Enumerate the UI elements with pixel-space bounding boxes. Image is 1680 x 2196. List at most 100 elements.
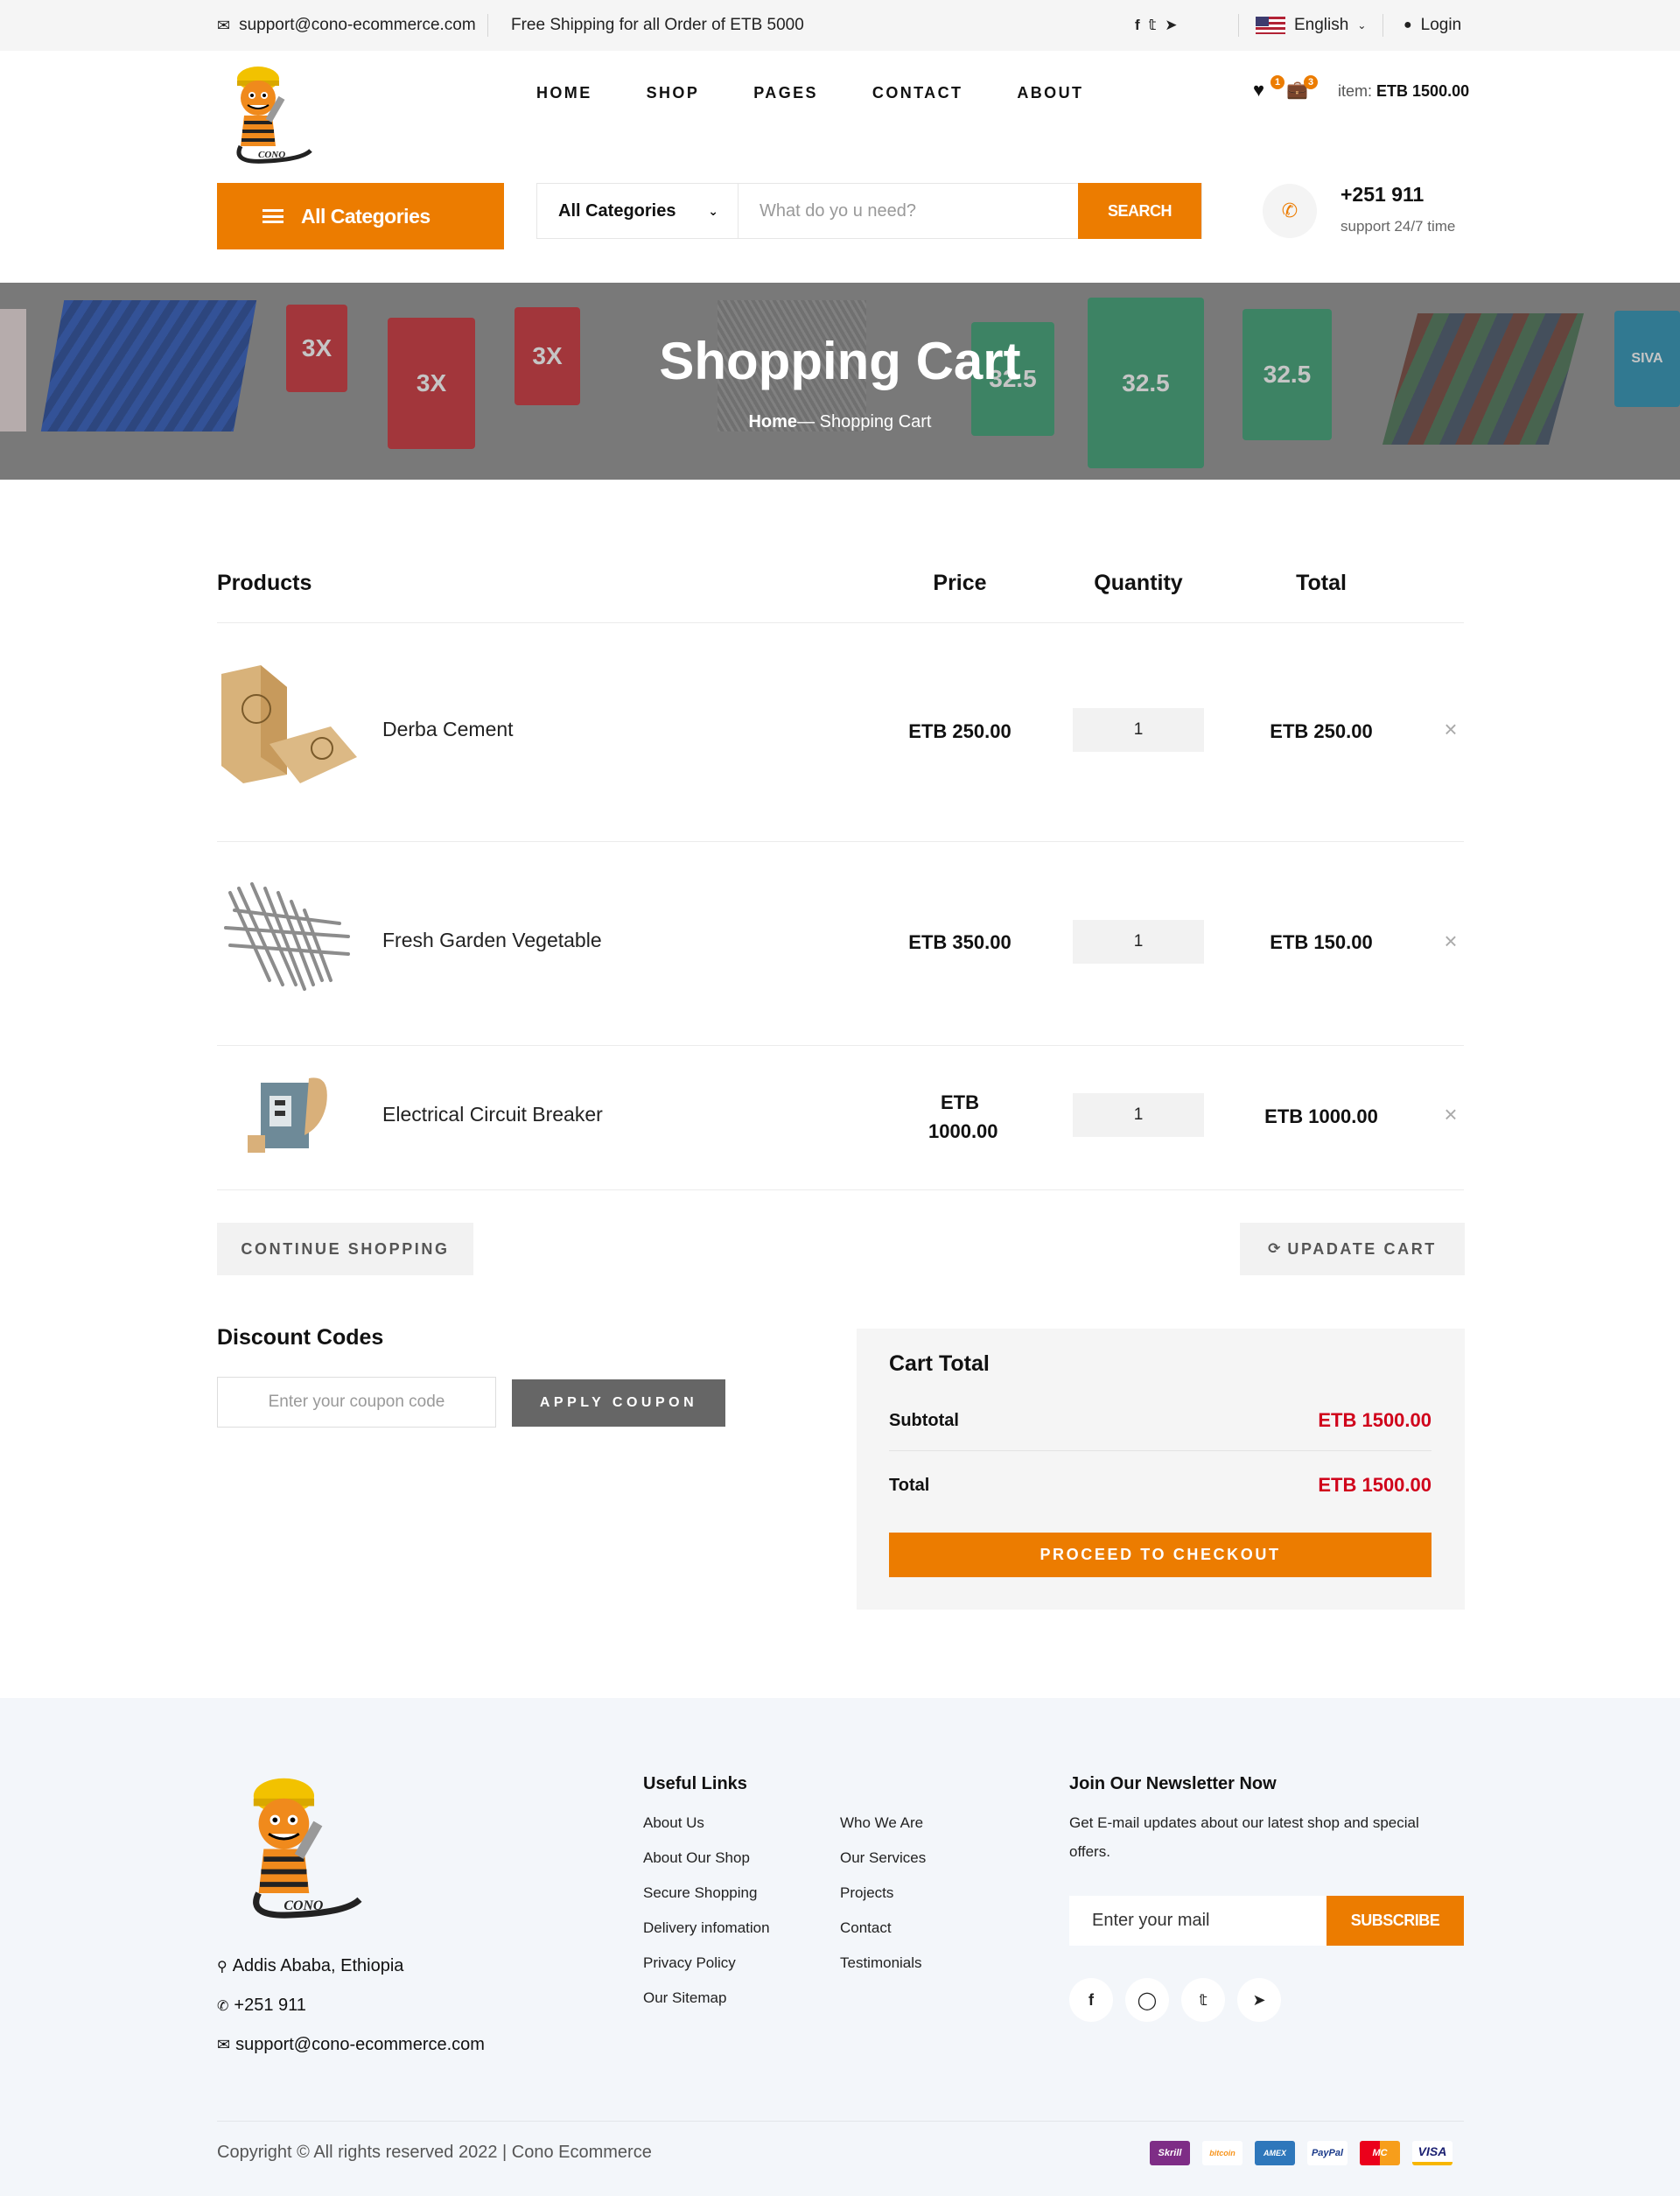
facebook-icon[interactable]: f (1069, 1978, 1113, 2022)
phone-icon: ✆ (217, 1998, 229, 2014)
instagram-icon[interactable]: ◯ (1125, 1978, 1169, 2022)
continue-shopping-button[interactable]: CONTINUE SHOPPING (217, 1223, 473, 1275)
topbar-email[interactable]: ✉ support@cono-ecommerce.com (217, 0, 476, 51)
site-logo[interactable]: CONO (223, 63, 321, 170)
footer-link[interactable]: Secure Shopping (643, 1884, 757, 1902)
refresh-icon: ⟳ (1268, 1240, 1281, 1257)
remove-item-icon[interactable]: × (1440, 928, 1461, 955)
product-name[interactable]: Electrical Circuit Breaker (382, 1103, 603, 1126)
footer-link[interactable]: Projects (840, 1884, 893, 1902)
us-flag-icon (1256, 17, 1285, 34)
footer-email[interactable]: ✉ support@cono-ecommerce.com (217, 2035, 485, 2055)
svg-text:CONO: CONO (284, 1898, 323, 1913)
mastercard-icon: MC (1360, 2141, 1400, 2165)
proceed-to-checkout-button[interactable]: PROCEED TO CHECKOUT (889, 1533, 1432, 1577)
nails-image[interactable] (217, 875, 357, 998)
newsletter-email-input[interactable] (1069, 1896, 1326, 1946)
shipping-notice: Free Shipping for all Order of ETB 5000 (511, 16, 804, 34)
breadcrumb-home[interactable]: Home (748, 412, 797, 431)
footer-link[interactable]: About Our Shop (643, 1849, 750, 1867)
wishlist-icon[interactable]: ♥ 1 (1253, 75, 1284, 102)
newsletter-title: Join Our Newsletter Now (1069, 1774, 1277, 1793)
quantity-input[interactable] (1073, 920, 1204, 964)
product-total: ETB 1000.00 (1264, 1105, 1378, 1127)
column-header-quantity: Quantity (1094, 571, 1183, 595)
breadcrumb-current: Shopping Cart (819, 412, 932, 431)
main-nav: HOME SHOP PAGES CONTACT ABOUT (536, 84, 1138, 102)
footer-link[interactable]: Delivery infomation (643, 1919, 770, 1937)
divider (217, 841, 1464, 842)
update-cart-button[interactable]: ⟳ UPADATE CART (1240, 1223, 1465, 1275)
apply-coupon-button[interactable]: APPLY COUPON (512, 1379, 725, 1427)
cart-total-panel: Cart Total Subtotal ETB 1500.00 Total ET… (857, 1329, 1465, 1610)
search-button[interactable]: SEARCH (1078, 183, 1201, 239)
login-link[interactable]: ● Login (1404, 0, 1461, 51)
nav-pages[interactable]: PAGES (753, 84, 818, 102)
envelope-icon: ✉ (217, 16, 231, 34)
visa-icon: VISA (1412, 2141, 1452, 2165)
telegram-icon[interactable]: ➤ (1165, 17, 1177, 34)
remove-item-icon[interactable]: × (1440, 1101, 1461, 1128)
product-price: ETB 350.00 (908, 931, 1012, 953)
cart-icon[interactable]: 💼 3 (1286, 75, 1318, 102)
envelope-icon: ✉ (217, 2036, 231, 2053)
footer-link[interactable]: About Us (643, 1814, 704, 1832)
remove-item-icon[interactable]: × (1440, 716, 1461, 743)
search-category-select[interactable]: All Categories ⌄ (537, 184, 738, 238)
copyright-text: Copyright © All rights reserved 2022 | C… (217, 2143, 652, 2162)
twitter-icon[interactable]: 𝕥 (1181, 1978, 1225, 2022)
page-hero-banner: 3X 3X 3X 32.5 32.5 32.5 SIVA Shopping Ca… (0, 283, 1680, 480)
useful-links-title: Useful Links (643, 1774, 747, 1793)
divider (217, 1189, 1464, 1190)
nav-home[interactable]: HOME (536, 84, 592, 102)
footer-address: ⚲ Addis Ababa, Ethiopia (217, 1956, 404, 1975)
product-price: ETB 1000.00 (928, 1091, 998, 1142)
skrill-icon: Skrill (1150, 2141, 1190, 2165)
derba-cement-image[interactable] (217, 661, 357, 783)
twitter-icon[interactable]: 𝕥 (1149, 17, 1157, 34)
product-name[interactable]: Derba Cement (382, 718, 514, 741)
subtotal-label: Subtotal (889, 1410, 959, 1430)
coupon-code-input[interactable] (217, 1377, 496, 1428)
subscribe-button[interactable]: SUBSCRIBE (1326, 1896, 1464, 1946)
product-name[interactable]: Fresh Garden Vegetable (382, 929, 602, 952)
column-header-price: Price (933, 571, 987, 595)
circuit-breaker-image[interactable] (217, 1056, 357, 1179)
footer-logo[interactable]: CONO (232, 1773, 376, 1927)
payment-methods: Skrill bitcoin AMEX PayPal MC VISA (1150, 2141, 1452, 2165)
divider (217, 1045, 1464, 1046)
nav-shop[interactable]: SHOP (647, 84, 700, 102)
amex-icon: AMEX (1255, 2141, 1295, 2165)
breadcrumb: Home— Shopping Cart (0, 412, 1680, 432)
bitcoin-icon: bitcoin (1202, 2141, 1242, 2165)
telegram-icon[interactable]: ➤ (1237, 1978, 1281, 2022)
quantity-input[interactable] (1073, 1093, 1204, 1137)
product-total: ETB 150.00 (1270, 931, 1373, 953)
nav-contact[interactable]: CONTACT (872, 84, 962, 102)
footer-link[interactable]: Testimonials (840, 1954, 922, 1972)
footer-link[interactable]: Our Services (840, 1849, 926, 1867)
discount-codes-title: Discount Codes (217, 1325, 384, 1350)
chevron-down-icon: ⌄ (1357, 19, 1367, 32)
column-header-total: Total (1296, 571, 1347, 595)
footer-social-links: f ◯ 𝕥 ➤ (1069, 1978, 1281, 2022)
cart-summary[interactable]: item: ETB 1500.00 (1338, 82, 1469, 101)
product-total: ETB 250.00 (1270, 720, 1373, 742)
nav-about[interactable]: ABOUT (1017, 84, 1083, 102)
footer-link[interactable]: Contact (840, 1919, 892, 1937)
facebook-icon[interactable]: f (1135, 17, 1140, 34)
language-selector[interactable]: English ⌄ (1256, 0, 1366, 51)
footer-link[interactable]: Who We Are (840, 1814, 923, 1832)
footer-link[interactable]: Our Sitemap (643, 1989, 726, 2007)
divider (217, 622, 1464, 623)
search-input[interactable] (738, 184, 1078, 238)
footer-phone[interactable]: ✆ +251 911 (217, 1996, 306, 2016)
chevron-down-icon: ⌄ (708, 203, 718, 218)
cart-count-badge: 3 (1304, 75, 1318, 89)
top-social-links: f 𝕥 ➤ (1135, 0, 1178, 51)
newsletter-description: Get E-mail updates about our latest shop… (1069, 1814, 1419, 1860)
footer-link[interactable]: Privacy Policy (643, 1954, 736, 1972)
cart-total-title: Cart Total (889, 1351, 990, 1376)
quantity-input[interactable] (1073, 708, 1204, 752)
all-categories-button[interactable]: All Categories (217, 183, 504, 249)
